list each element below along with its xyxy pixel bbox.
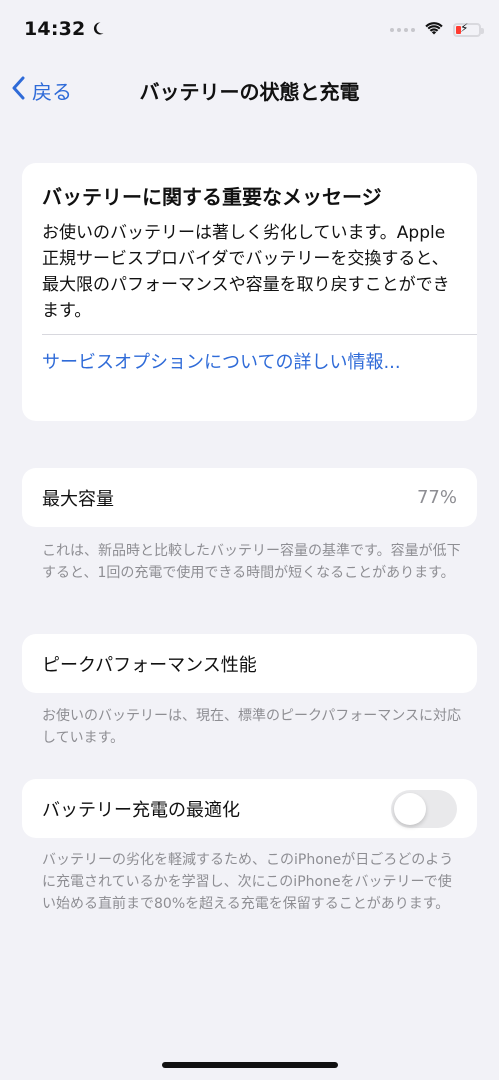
status-bar: 14:32 ⚡ [0, 0, 499, 60]
battery-charging-icon: ⚡ [453, 20, 484, 37]
page-title: バッテリーの状態と充電 [139, 80, 360, 104]
bolt-icon: ⚡ [460, 20, 469, 35]
maximum-capacity-footnote: これは、新品時と比較したバッテリー容量の基準です。容量が低下すると、1回の充電で… [42, 543, 461, 581]
battery-message-card: バッテリーに関する重要なメッセージ お使いのバッテリーは著しく劣化しています。A… [22, 163, 477, 421]
maximum-capacity-row: 最大容量 77% [22, 468, 477, 527]
optimized-charging-row: バッテリー充電の最適化 [22, 779, 477, 838]
cellular-signal-icon [390, 27, 415, 32]
message-body: お使いのバッテリーは著しく劣化しています。Apple 正規サービスプロバイダでバ… [42, 223, 450, 321]
wifi-icon [425, 20, 443, 39]
status-time: 14:32 [24, 18, 86, 40]
toggle-knob [394, 792, 426, 825]
message-divider [42, 334, 477, 335]
peak-performance-row: ピークパフォーマンス性能 [22, 634, 477, 693]
optimized-charging-toggle[interactable] [391, 789, 457, 828]
service-options-link[interactable]: サービスオプションについての詳しい情報... [42, 349, 422, 377]
status-icons: ⚡ [390, 20, 484, 39]
optimized-charging-footnote: バッテリーの劣化を軽減するため、このiPhoneが日ごろどのように充電されている… [42, 852, 454, 912]
maximum-capacity-value: 77% [416, 487, 457, 508]
optimized-charging-label: バッテリー充電の最適化 [42, 799, 240, 821]
moon-icon [91, 18, 105, 40]
navigation-bar: 戻る バッテリーの状態と充電 [0, 68, 499, 112]
peak-performance-footnote: お使いのバッテリーは、現在、標準のピークパフォーマンスに対応しています。 [42, 708, 462, 746]
maximum-capacity-label: 最大容量 [42, 488, 114, 510]
peak-performance-label: ピークパフォーマンス性能 [42, 654, 257, 676]
home-indicator[interactable] [162, 1062, 338, 1068]
status-time-group: 14:32 [24, 18, 105, 40]
message-title: バッテリーに関する重要なメッセージ [42, 185, 382, 209]
